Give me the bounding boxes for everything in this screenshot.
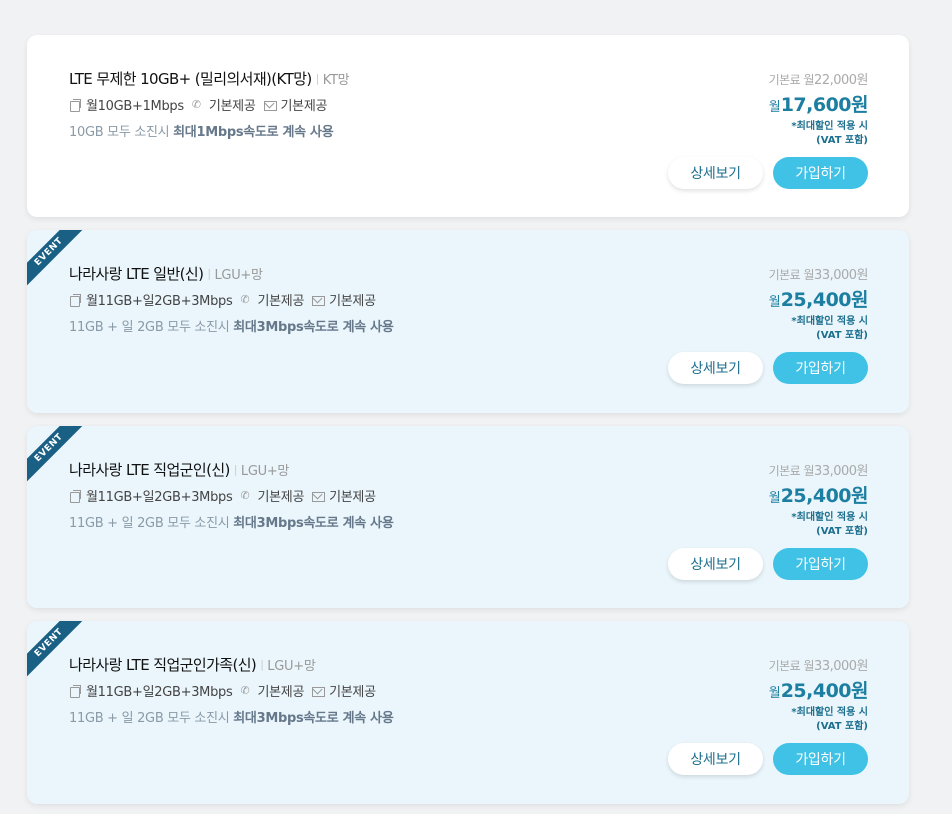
divider: | [260,658,264,671]
plan-card[interactable]: EVENT 나라사랑 LTE 일반(신) | LGU+망 월11GB+일2GB+3M… [27,230,909,413]
plan-name: 나라사랑 LTE 직업군인가족(신) [69,656,257,674]
discount-price: 월25,400원 [768,289,869,311]
data-allowance: 월11GB+일2GB+3Mbps [86,490,233,505]
phone-icon: ✆ [191,97,201,111]
plan-note: 10GB 모두 소진시 최대1Mbps속도로 계속 사용 [69,125,334,140]
message-icon [312,685,326,697]
phone-icon: ✆ [240,683,250,697]
join-button[interactable]: 가입하기 [773,157,868,189]
plan-name: 나라사랑 LTE 일반(신) [69,265,204,283]
data-allowance: 월10GB+1Mbps [86,99,184,114]
base-price: 기본료 월33,000원 [768,659,869,674]
message-icon [312,294,326,306]
join-button[interactable]: 가입하기 [773,743,868,775]
discount-note: *최대할인 적용 시 (VAT 포함) [791,121,868,146]
plan-specs: 월11GB+일2GB+3Mbps ✆ 기본제공 기본제공 [69,681,384,700]
sms-allowance: 기본제공 [329,685,376,700]
phone-icon: ✆ [240,292,250,306]
discount-price: 월25,400원 [768,485,869,507]
call-allowance: 기본제공 [257,294,305,309]
message-icon [312,490,326,502]
message-icon [263,99,277,111]
data-allowance: 월11GB+일2GB+3Mbps [86,685,233,700]
call-allowance: 기본제공 [208,99,256,114]
plan-card[interactable]: EVENT 나라사랑 LTE 직업군인가족(신) | LGU+망 월11GB+일2G… [27,621,909,804]
plan-title: 나라사랑 LTE 일반(신) | LGU+망 [69,263,263,284]
discount-note: *최대할인 적용 시 (VAT 포함) [791,316,868,341]
join-button[interactable]: 가입하기 [773,352,868,384]
plan-note: 11GB + 일 2GB 모두 소진시 최대3Mbps속도로 계속 사용 [69,516,394,531]
divider: | [233,463,238,476]
plan-name: LTE 무제한 10GB+ (밀리의서재)(KT망) [69,70,312,88]
plan-specs: 월10GB+1Mbps ✆ 기본제공 기본제공 [69,95,335,114]
call-allowance: 기본제공 [257,685,305,700]
network-label: LGU+망 [267,659,316,674]
data-allowance: 월11GB+일2GB+3Mbps [86,294,233,309]
sms-allowance: 기본제공 [329,490,376,505]
base-price: 기본료 월33,000원 [768,464,869,479]
detail-button[interactable]: 상세보기 [668,743,763,775]
divider: | [315,72,320,85]
base-price: 기본료 월22,000원 [768,73,869,88]
network-label: LGU+망 [214,268,263,283]
detail-button[interactable]: 상세보기 [668,157,763,189]
data-icon [69,98,81,112]
plan-note: 11GB + 일 2GB 모두 소진시 최대3Mbps속도로 계속 사용 [69,320,394,335]
plan-title: 나라사랑 LTE 직업군인가족(신) | LGU+망 [69,654,316,675]
discount-price: 월17,600원 [768,94,869,116]
divider: | [207,267,211,280]
plan-title: LTE 무제한 10GB+ (밀리의서재)(KT망) | KT망 [69,68,350,89]
data-icon [69,293,81,307]
plan-card[interactable]: LTE 무제한 10GB+ (밀리의서재)(KT망) | KT망 월10GB+1Mb… [27,35,909,217]
network-label: KT망 [322,73,350,88]
detail-button[interactable]: 상세보기 [668,352,763,384]
plan-card[interactable]: EVENT 나라사랑 LTE 직업군인(신) | LGU+망 월11GB+일2GB+… [27,426,909,608]
discount-price: 월25,400원 [768,680,869,702]
call-allowance: 기본제공 [257,490,305,505]
sms-allowance: 기본제공 [280,99,328,114]
network-label: LGU+망 [240,464,290,479]
plan-specs: 월11GB+일2GB+3Mbps ✆ 기본제공 기본제공 [69,486,384,505]
join-button[interactable]: 가입하기 [773,548,868,580]
data-icon [69,489,81,503]
discount-note: *최대할인 적용 시 (VAT 포함) [791,707,868,732]
sms-allowance: 기본제공 [329,294,376,309]
plan-specs: 월11GB+일2GB+3Mbps ✆ 기본제공 기본제공 [69,290,384,309]
discount-note: *최대할인 적용 시 (VAT 포함) [791,512,868,537]
base-price: 기본료 월33,000원 [768,268,869,283]
detail-button[interactable]: 상세보기 [668,548,763,580]
plan-title: 나라사랑 LTE 직업군인(신) | LGU+망 [69,459,289,480]
data-icon [69,684,81,698]
phone-icon: ✆ [240,488,250,502]
plan-name: 나라사랑 LTE 직업군인(신) [69,461,230,479]
plan-note: 11GB + 일 2GB 모두 소진시 최대3Mbps속도로 계속 사용 [69,711,394,726]
